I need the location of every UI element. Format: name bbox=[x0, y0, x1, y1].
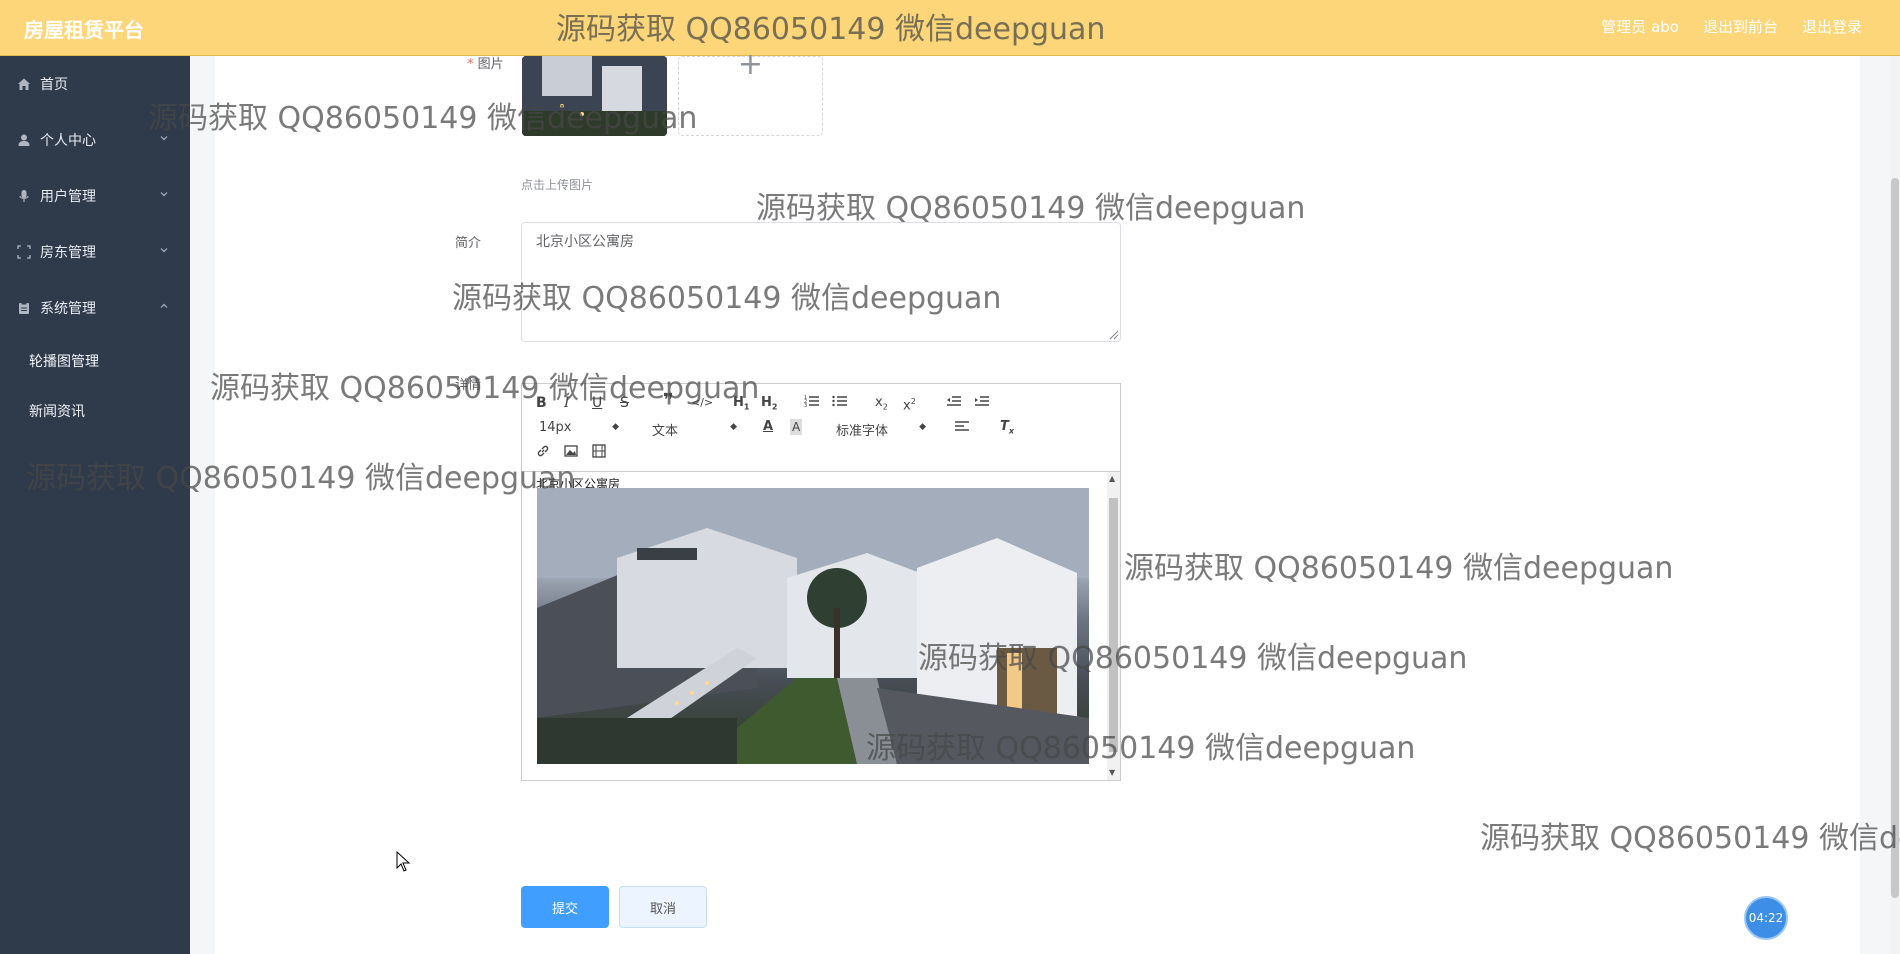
top-header: 房屋租赁平台 管理员 abo 退出到前台 退出登录 bbox=[0, 0, 1900, 56]
uploaded-image-thumbnail[interactable] bbox=[522, 56, 667, 136]
timer-badge[interactable]: 04:22 bbox=[1744, 896, 1788, 940]
image-icon[interactable] bbox=[564, 444, 578, 462]
sidebar-item-label: 首页 bbox=[40, 77, 68, 93]
sidebar-subitem-news[interactable]: 新闻资讯 bbox=[0, 386, 190, 436]
main-content: * 图片 + 点击上传图片 简介 北京小区公寓房 详情 B I U S ❞ </… bbox=[190, 47, 1900, 954]
exit-to-frontend-link[interactable]: 退出到前台 bbox=[1703, 16, 1778, 37]
sidebar-subitem-carousel[interactable]: 轮播图管理 bbox=[0, 336, 190, 386]
sidebar-item-landlord-management[interactable]: 房东管理 bbox=[0, 224, 190, 280]
heading2-icon[interactable]: H2 bbox=[761, 395, 777, 416]
underline-icon[interactable]: U bbox=[592, 395, 602, 411]
editor-scrollbar-thumb[interactable] bbox=[1109, 498, 1118, 752]
sidebar-item-personal-center[interactable]: 个人中心 bbox=[0, 112, 190, 168]
chevron-down-icon bbox=[160, 136, 168, 141]
sidebar-item-user-management[interactable]: 用户管理 bbox=[0, 168, 190, 224]
editor-scrollbar[interactable]: ▲ ▼ bbox=[1107, 472, 1120, 780]
heading1-icon[interactable]: H1 bbox=[733, 395, 749, 416]
intro-textarea[interactable]: 北京小区公寓房 bbox=[521, 222, 1121, 342]
bullet-list-icon[interactable] bbox=[832, 394, 848, 412]
page-scrollbar-thumb[interactable] bbox=[1891, 178, 1899, 898]
background-color-icon[interactable]: A bbox=[790, 419, 803, 435]
blockquote-icon[interactable]: ❞ bbox=[663, 392, 674, 410]
sidebar-item-label: 房东管理 bbox=[40, 245, 96, 261]
sidebar-item-label: 系统管理 bbox=[40, 301, 96, 317]
upload-hint: 点击上传图片 bbox=[521, 178, 594, 192]
sidebar-item-home[interactable]: 首页 bbox=[0, 56, 190, 112]
video-icon[interactable] bbox=[592, 444, 606, 462]
user-icon bbox=[16, 132, 32, 148]
paragraph-format-select[interactable]: 文本 ◆ bbox=[652, 420, 737, 439]
superscript-icon[interactable]: x2 bbox=[903, 394, 916, 414]
home-icon bbox=[16, 76, 32, 92]
svg-text:3: 3 bbox=[804, 403, 807, 408]
link-icon[interactable] bbox=[536, 444, 550, 462]
editor-content-image bbox=[537, 488, 1089, 764]
mouse-cursor-icon bbox=[396, 851, 411, 872]
microphone-icon bbox=[16, 188, 32, 204]
subscript-icon[interactable]: x2 bbox=[875, 395, 888, 416]
image-upload-button[interactable]: + bbox=[678, 47, 823, 136]
font-family-select[interactable]: 标准字体 ◆ bbox=[836, 420, 926, 439]
plus-icon: + bbox=[737, 47, 764, 82]
admin-user-link[interactable]: 管理员 abo bbox=[1601, 16, 1679, 37]
header-links: 管理员 abo 退出到前台 退出登录 bbox=[1601, 16, 1862, 37]
clipboard-icon bbox=[16, 300, 32, 316]
align-icon[interactable] bbox=[955, 420, 969, 436]
editor-toolbar: B I U S ❞ </> H1 H2 123 x2 x2 14px ◆ 文本 … bbox=[522, 384, 1120, 472]
image-label: * 图片 bbox=[467, 57, 504, 72]
bold-icon[interactable]: B bbox=[536, 395, 547, 411]
submit-button[interactable]: 提交 bbox=[521, 886, 609, 928]
editor-content-area[interactable]: 北京小区公寓房 bbox=[522, 472, 1106, 780]
ordered-list-icon[interactable]: 123 bbox=[804, 394, 820, 412]
frame-icon bbox=[16, 244, 32, 260]
sidebar-item-label: 用户管理 bbox=[40, 189, 96, 205]
intro-label: 简介 bbox=[455, 236, 482, 251]
logout-link[interactable]: 退出登录 bbox=[1802, 16, 1862, 37]
details-label: 详情 bbox=[455, 378, 482, 393]
scroll-down-icon[interactable]: ▼ bbox=[1109, 768, 1115, 777]
form-card: * 图片 + 点击上传图片 简介 北京小区公寓房 详情 B I U S ❞ </… bbox=[215, 47, 1860, 954]
resize-grip-icon[interactable] bbox=[1109, 330, 1119, 340]
chevron-down-icon bbox=[160, 248, 168, 253]
cancel-button[interactable]: 取消 bbox=[619, 886, 707, 928]
strikethrough-icon[interactable]: S bbox=[620, 395, 629, 411]
sidebar-item-label: 个人中心 bbox=[40, 133, 96, 149]
sidebar: 首页 个人中心 用户管理 房东管理 系统管理 轮播图管理 新闻资讯 bbox=[0, 56, 190, 954]
page-scrollbar[interactable] bbox=[1890, 56, 1900, 954]
font-color-icon[interactable]: A bbox=[763, 419, 773, 435]
clear-format-icon[interactable]: Tx bbox=[1000, 419, 1014, 440]
indent-icon[interactable] bbox=[974, 394, 990, 412]
app-title: 房屋租赁平台 bbox=[24, 18, 144, 42]
rich-text-editor: B I U S ❞ </> H1 H2 123 x2 x2 14px ◆ 文本 … bbox=[521, 383, 1121, 781]
font-size-select[interactable]: 14px ◆ bbox=[539, 420, 619, 435]
outdent-icon[interactable] bbox=[946, 394, 962, 412]
chevron-up-icon bbox=[160, 303, 168, 308]
chevron-down-icon bbox=[160, 192, 168, 197]
scroll-up-icon[interactable]: ▲ bbox=[1109, 474, 1115, 483]
sidebar-item-system-management[interactable]: 系统管理 bbox=[0, 280, 190, 336]
italic-icon[interactable]: I bbox=[564, 395, 570, 411]
code-block-icon[interactable]: </> bbox=[691, 395, 713, 411]
